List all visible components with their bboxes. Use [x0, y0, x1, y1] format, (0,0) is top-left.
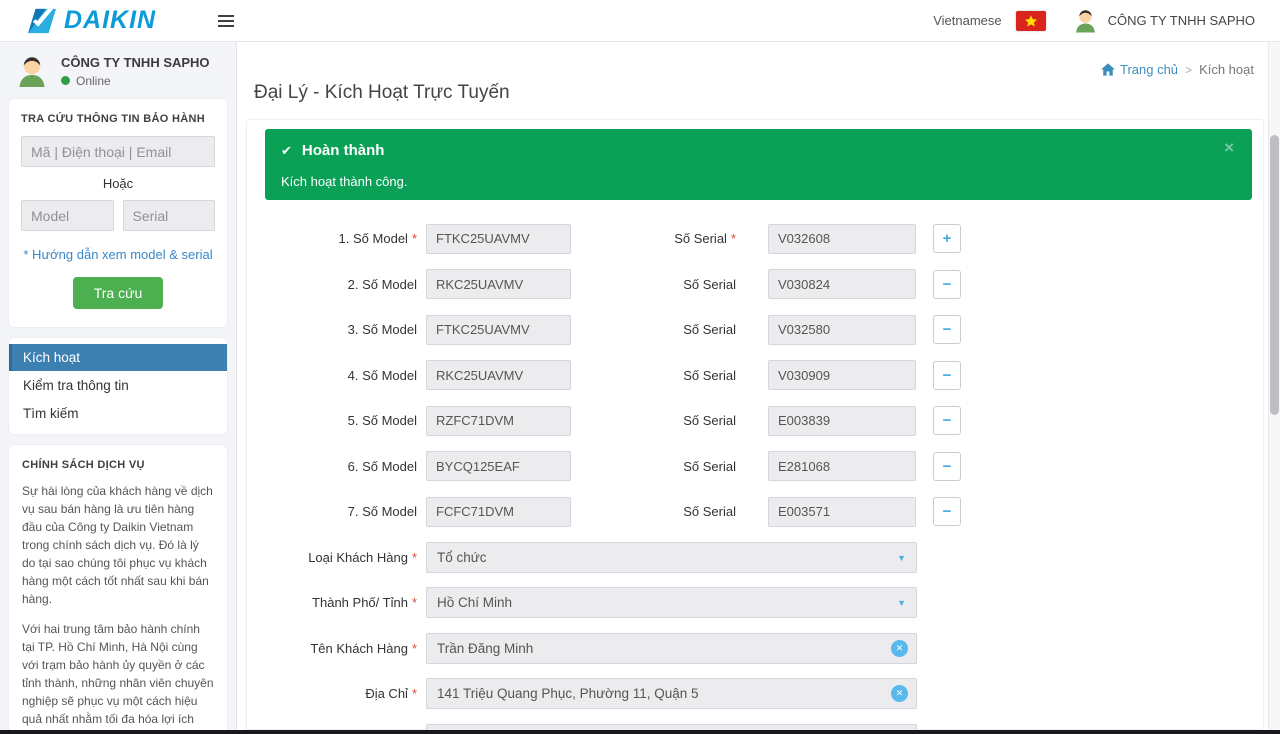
sidebar-toggle-icon[interactable] [218, 15, 234, 27]
address-row: Địa Chỉ* 141 Triệu Quang Phục, Phường 11… [247, 671, 1263, 717]
header-user-name[interactable]: CÔNG TY TNHH SAPHO [1108, 13, 1255, 28]
serial-input[interactable] [768, 315, 916, 345]
lookup-search-button[interactable]: Tra cứu [73, 277, 164, 309]
remove-row-button[interactable]: − [933, 361, 961, 390]
bottom-edge-bar [0, 730, 1280, 734]
address-input[interactable]: 141 Triệu Quang Phục, Phường 11, Quận 5 … [426, 678, 917, 709]
remove-row-button[interactable]: − [933, 315, 961, 344]
model-serial-guide-link[interactable]: * Hướng dẫn xem model & serial [21, 247, 215, 262]
city-select[interactable]: Hồ Chí Minh ▼ [426, 587, 917, 618]
model-input[interactable] [426, 360, 571, 390]
serial-input[interactable] [768, 451, 916, 481]
sidebar-avatar-icon [14, 53, 50, 89]
serial-input[interactable] [768, 224, 916, 254]
model-serial-row: 2. Số Model Số Serial − [247, 262, 1263, 308]
model-serial-row: 4. Số Model Số Serial − [247, 353, 1263, 399]
policy-paragraph: Sự hài lòng của khách hàng về dịch vụ sa… [22, 482, 214, 608]
top-navbar: DAIKIN Vietnamese CÔNG TY TNHH SAPHO [0, 0, 1280, 42]
or-label: Hoặc [21, 176, 215, 191]
model-input[interactable] [426, 315, 571, 345]
serial-lookup-input[interactable] [123, 200, 216, 231]
model-input[interactable] [426, 406, 571, 436]
breadcrumb-separator: > [1185, 63, 1192, 77]
customer-type-select[interactable]: Tổ chức ▼ [426, 542, 917, 573]
online-status-dot [61, 76, 70, 85]
model-serial-row: 6. Số Model Số Serial − [247, 444, 1263, 490]
serial-input[interactable] [768, 497, 916, 527]
model-serial-row: 5. Số Model Số Serial − [247, 398, 1263, 444]
model-lookup-input[interactable] [21, 200, 114, 231]
vietnam-flag-icon[interactable] [1016, 11, 1046, 31]
breadcrumb-home-link[interactable]: Trang chủ [1101, 62, 1178, 77]
model-serial-row: 7. Số Model Số Serial − [247, 489, 1263, 535]
policy-title: CHÍNH SÁCH DỊCH VỤ [22, 459, 214, 471]
chevron-down-icon: ▼ [897, 598, 906, 608]
check-icon: ✔ [281, 143, 292, 159]
breadcrumb: Trang chủ > Kích hoạt [1101, 62, 1254, 77]
alert-message: Kích hoạt thành công. [281, 174, 407, 189]
sidebar: CÔNG TY TNHH SAPHO Online TRA CỨU THÔNG … [0, 42, 237, 730]
user-avatar-icon[interactable] [1072, 7, 1099, 34]
add-row-button[interactable]: + [933, 224, 961, 253]
lookup-search-input[interactable] [21, 136, 215, 167]
customer-name-input[interactable]: Trần Đăng Minh ✕ [426, 633, 917, 664]
remove-row-button[interactable]: − [933, 270, 961, 299]
customer-type-row: Loại Khách Hàng* Tổ chức ▼ [247, 535, 1263, 581]
lookup-title: TRA CỨU THÔNG TIN BẢO HÀNH [21, 113, 215, 125]
sidebar-user-name: CÔNG TY TNHH SAPHO [61, 55, 210, 70]
customer-name-row: Tên Khách Hàng* Trần Đăng Minh ✕ [247, 626, 1263, 672]
page-title: Đại Lý - Kích Hoạt Trực Tuyến [254, 82, 510, 104]
city-row: Thành Phố/ Tỉnh* Hồ Chí Minh ▼ [247, 580, 1263, 626]
serial-input[interactable] [768, 269, 916, 299]
clear-icon[interactable]: ✕ [891, 640, 908, 657]
activation-form: 1. Số Model* Số Serial* + 2. Số Model Số… [247, 216, 1263, 730]
warranty-lookup-panel: TRA CỨU THÔNG TIN BẢO HÀNH Hoặc * Hướng … [8, 98, 228, 328]
alert-title: Hoàn thành [302, 142, 385, 159]
breadcrumb-current: Kích hoạt [1199, 62, 1254, 77]
online-status-label: Online [76, 74, 111, 88]
brand-text: DAIKIN [64, 8, 156, 33]
model-serial-row: 1. Số Model* Số Serial* + [247, 216, 1263, 262]
remove-row-button[interactable]: − [933, 452, 961, 481]
sidebar-item-kich-hoat[interactable]: Kích hoạt [9, 344, 227, 371]
close-icon[interactable]: × [1218, 137, 1240, 159]
district-row-partial: ▼ [247, 717, 1263, 731]
policy-paragraph: Với hai trung tâm bảo hành chính tại TP.… [22, 620, 214, 730]
serial-input[interactable] [768, 360, 916, 390]
model-input[interactable] [426, 451, 571, 481]
daikin-logo-icon [28, 8, 58, 34]
main-content: Trang chủ > Kích hoạt Đại Lý - Kích Hoạt… [238, 42, 1268, 730]
model-serial-row: 3. Số Model Số Serial − [247, 307, 1263, 353]
sidebar-user-panel: CÔNG TY TNHH SAPHO Online [0, 42, 236, 98]
scrollbar-thumb[interactable] [1270, 135, 1279, 415]
activation-box: ✔ Hoàn thành Kích hoạt thành công. × 1. … [246, 119, 1264, 730]
chevron-down-icon: ▼ [897, 553, 906, 563]
remove-row-button[interactable]: − [933, 497, 961, 526]
model-input[interactable] [426, 497, 571, 527]
sidebar-item-tim-kiem[interactable]: Tìm kiếm [9, 400, 227, 427]
sidebar-item-kiem-tra-thong-tin[interactable]: Kiểm tra thông tin [9, 372, 227, 399]
service-policy-panel: CHÍNH SÁCH DỊCH VỤ Sự hài lòng của khách… [8, 444, 228, 730]
success-alert: ✔ Hoàn thành Kích hoạt thành công. × [265, 129, 1252, 200]
serial-input[interactable] [768, 406, 916, 436]
model-input[interactable] [426, 269, 571, 299]
daikin-logo[interactable]: DAIKIN [28, 8, 186, 34]
sidebar-nav: Kích hoạt Kiểm tra thông tin Tìm kiếm [8, 337, 228, 435]
language-label[interactable]: Vietnamese [933, 13, 1001, 28]
home-icon [1101, 63, 1115, 76]
remove-row-button[interactable]: − [933, 406, 961, 435]
clear-icon[interactable]: ✕ [891, 685, 908, 702]
scrollbar-track[interactable] [1268, 42, 1280, 730]
model-input[interactable] [426, 224, 571, 254]
